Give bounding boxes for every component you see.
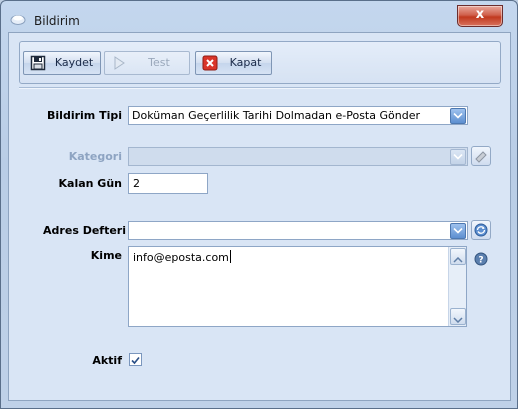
window-title: Bildirim — [34, 14, 80, 28]
to-value-wrap: info@eposta.com — [133, 250, 231, 264]
remaining-days-input[interactable]: 2 — [128, 173, 208, 194]
clear-category-button[interactable] — [471, 146, 491, 166]
title-bar[interactable]: Bildirim x — [1, 1, 517, 35]
close-button-label: Kapat — [229, 56, 262, 69]
to-textarea[interactable]: info@eposta.com — [128, 246, 467, 327]
save-button-label: Kaydet — [54, 56, 94, 69]
help-icon[interactable]: ? — [474, 252, 488, 266]
category-select[interactable] — [128, 147, 468, 166]
notification-type-select[interactable]: Doküman Geçerlilik Tarihi Dolmadan e-Pos… — [128, 106, 468, 125]
refresh-icon — [473, 222, 489, 241]
category-label: Kategori — [68, 150, 122, 163]
chevron-up-icon — [453, 253, 463, 266]
svg-text:?: ? — [478, 256, 483, 266]
notification-type-value: Doküman Geçerlilik Tarihi Dolmadan e-Pos… — [132, 109, 420, 122]
close-icon: x — [475, 7, 485, 22]
notification-type-label: Bildirim Tipi — [47, 109, 122, 122]
toolbar: Kaydet Test Kapat — [19, 41, 501, 84]
window-close-button[interactable]: x — [457, 5, 503, 27]
active-checkbox[interactable] — [129, 353, 142, 366]
save-button[interactable]: Kaydet — [23, 51, 101, 75]
client-area: Kaydet Test Kapat Bildirim Tipi Doküman … — [8, 32, 511, 401]
text-caret — [229, 250, 231, 263]
play-icon — [111, 55, 127, 71]
close-button[interactable]: Kapat — [195, 51, 272, 75]
remaining-days-label: Kalan Gün — [58, 177, 123, 190]
to-value: info@eposta.com — [133, 251, 229, 264]
app-icon — [10, 13, 26, 25]
test-button-label: Test — [148, 56, 170, 69]
refresh-address-book-button[interactable] — [471, 220, 491, 240]
address-book-label: Adres Defteri — [43, 224, 126, 237]
scroll-up-button[interactable] — [450, 248, 466, 265]
scroll-down-button[interactable] — [450, 308, 466, 325]
divider — [19, 87, 500, 89]
address-book-select[interactable] — [128, 221, 468, 240]
chevron-down-icon[interactable] — [450, 108, 466, 124]
dialog-window: Bildirim x Kaydet Test Kapat Bildirim Ti… — [0, 0, 518, 409]
to-label: Kime — [90, 249, 122, 262]
floppy-disk-icon — [30, 55, 46, 71]
remaining-days-value: 2 — [133, 177, 140, 190]
chevron-down-icon[interactable] — [450, 149, 466, 165]
checkmark-icon — [131, 355, 140, 368]
test-button[interactable]: Test — [104, 51, 190, 75]
close-x-icon — [202, 55, 218, 71]
vertical-scrollbar[interactable] — [448, 247, 466, 326]
chevron-down-icon[interactable] — [450, 223, 466, 239]
active-label: Aktif — [92, 354, 122, 367]
eraser-icon — [473, 148, 489, 167]
chevron-down-icon — [453, 313, 463, 326]
